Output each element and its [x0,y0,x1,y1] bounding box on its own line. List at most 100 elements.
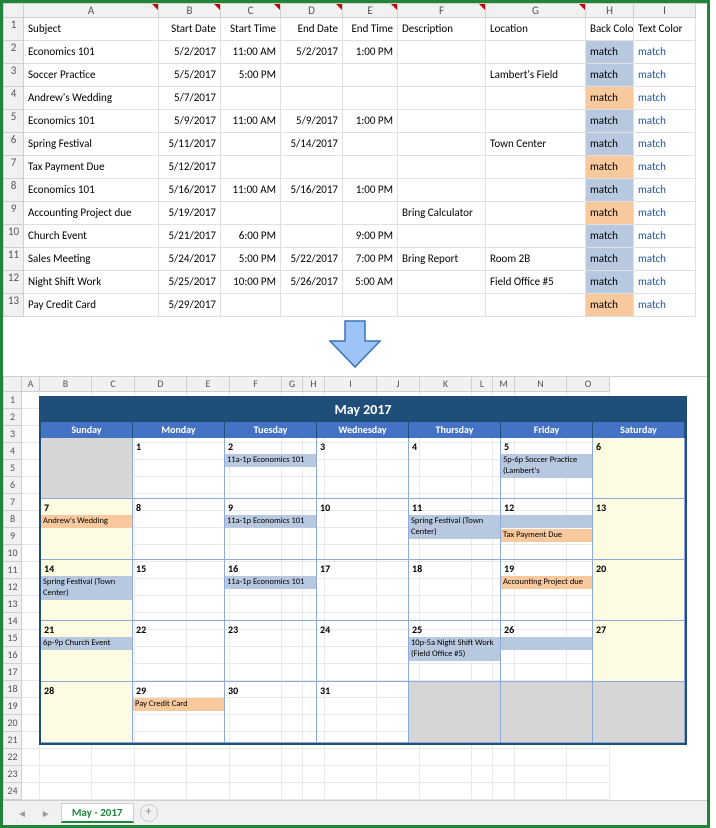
data-cell[interactable]: 11:00 AM [221,110,281,133]
data-cell[interactable] [221,87,281,110]
col-header[interactable]: C [92,377,135,392]
col-header[interactable]: E [343,4,398,18]
sheet-cell[interactable] [282,766,303,783]
row-header[interactable]: 18 [4,681,22,698]
sheet-cell[interactable] [377,766,420,783]
data-cell[interactable]: Field Office #5 [486,271,586,294]
data-cell[interactable]: 5/24/2017 [159,248,221,271]
row-header[interactable]: 1 [4,18,24,41]
sheet-cell[interactable] [420,766,472,783]
sheet-cell[interactable] [40,783,92,800]
data-cell[interactable]: 5:00 PM [221,64,281,87]
column-title[interactable]: Start Time [221,18,281,41]
row-header[interactable]: 15 [4,630,22,647]
col-header[interactable]: C [221,4,281,18]
row-header[interactable]: 3 [4,426,22,443]
data-cell[interactable] [281,294,343,317]
data-cell[interactable] [486,156,586,179]
calendar-day-cell[interactable] [409,682,501,743]
col-header[interactable]: J [377,377,420,392]
text-color-cell[interactable]: match [634,133,696,156]
column-title[interactable]: Start Date [159,18,221,41]
data-cell[interactable]: Tax Payment Due [24,156,159,179]
calendar-event[interactable]: Andrew's Wedding [41,515,132,528]
calendar-event[interactable]: 11a-1p Economics 101 [225,515,316,528]
calendar-day-cell[interactable]: 22 [133,621,225,682]
calendar-day-cell[interactable]: 24 [317,621,409,682]
col-header[interactable]: F [398,4,486,18]
data-cell[interactable]: 11:00 AM [221,179,281,202]
data-cell[interactable] [281,202,343,225]
calendar-day-cell[interactable]: 55p-6p Soccer Practice (Lambert's [501,438,593,499]
sheet-cell[interactable] [472,783,493,800]
row-header[interactable]: 7 [4,494,22,511]
column-title[interactable]: Subject [24,18,159,41]
back-color-cell[interactable]: match [586,202,634,225]
back-color-cell[interactable]: match [586,156,634,179]
sheet-cell[interactable] [377,783,420,800]
back-color-cell[interactable]: match [586,271,634,294]
col-header[interactable]: K [420,377,472,392]
data-cell[interactable]: 5/16/2017 [281,179,343,202]
sheet-cell[interactable] [420,749,472,766]
data-cell[interactable]: 5/9/2017 [281,110,343,133]
data-cell[interactable] [486,202,586,225]
row-header[interactable]: 5 [4,460,22,477]
sheet-cell[interactable] [303,783,325,800]
calendar-day-cell[interactable]: 17 [317,560,409,621]
data-cell[interactable] [343,202,398,225]
row-header[interactable]: 2 [4,409,22,426]
row-header[interactable]: 8 [4,511,22,528]
data-grid[interactable]: ABCDEFGHI1SubjectStart DateStart TimeEnd… [3,3,707,317]
calendar-day-cell[interactable]: 14Spring Festival (Town Center) [41,560,133,621]
data-cell[interactable] [281,64,343,87]
sheet-cell[interactable] [567,749,610,766]
row-header[interactable]: 10 [4,225,24,248]
row-header[interactable]: 14 [4,613,22,630]
data-cell[interactable]: 7:00 PM [343,248,398,271]
col-header[interactable]: B [159,4,221,18]
data-cell[interactable]: Economics 101 [24,41,159,64]
col-header[interactable]: N [515,377,567,392]
calendar-day-cell[interactable]: 1611a-1p Economics 101 [225,560,317,621]
sheet-cell[interactable] [282,783,303,800]
sheet-cell[interactable] [420,783,472,800]
sheet-cell[interactable] [22,613,40,630]
col-header[interactable]: A [24,4,159,18]
row-header[interactable]: 13 [4,596,22,613]
data-cell[interactable] [281,156,343,179]
calendar-event[interactable] [501,515,592,528]
row-header[interactable]: 7 [4,156,24,179]
calendar-day-cell[interactable]: 2510p-5a Night Shift Work (Field Office … [409,621,501,682]
sheet-cell[interactable] [472,749,493,766]
back-color-cell[interactable]: match [586,87,634,110]
calendar-day-cell[interactable]: 19Accounting Project due [501,560,593,621]
back-color-cell[interactable]: match [586,110,634,133]
row-header[interactable]: 9 [4,202,24,225]
data-cell[interactable] [398,294,486,317]
data-cell[interactable]: 10:00 PM [221,271,281,294]
sheet-cell[interactable] [22,392,40,409]
data-cell[interactable] [398,41,486,64]
sheet-cell[interactable] [325,749,377,766]
back-color-cell[interactable]: match [586,248,634,271]
calendar-event[interactable]: Pay Credit Card [133,698,224,711]
sheet-cell[interactable] [40,749,92,766]
sheet-cell[interactable] [22,664,40,681]
data-cell[interactable]: Economics 101 [24,110,159,133]
data-cell[interactable] [221,156,281,179]
row-header[interactable]: 22 [4,749,22,766]
data-cell[interactable]: 5/29/2017 [159,294,221,317]
back-color-cell[interactable]: match [586,41,634,64]
col-header[interactable]: F [230,377,282,392]
sheet-cell[interactable] [567,766,610,783]
data-cell[interactable]: 5/7/2017 [159,87,221,110]
row-header[interactable]: 8 [4,179,24,202]
sheet-cell[interactable] [187,749,230,766]
col-header[interactable]: E [187,377,230,392]
sheet-cell[interactable] [567,783,610,800]
calendar-day-cell[interactable]: 18 [409,560,501,621]
text-color-cell[interactable]: match [634,271,696,294]
data-cell[interactable] [343,133,398,156]
data-cell[interactable]: Night Shift Work [24,271,159,294]
